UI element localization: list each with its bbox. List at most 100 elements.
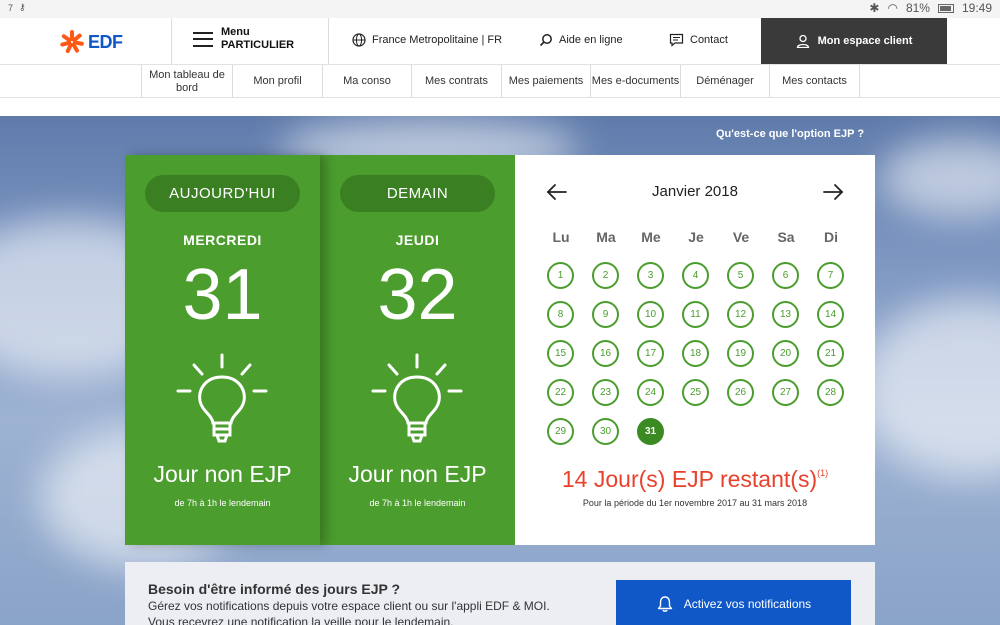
calendar-day[interactable]: 22 xyxy=(547,379,574,406)
weekday-header: Me xyxy=(641,229,661,245)
calendar-day[interactable]: 2 xyxy=(592,262,619,289)
wifi-icon: ◠ xyxy=(887,1,898,15)
calendar-day[interactable]: 29 xyxy=(547,418,574,445)
contact-label: Contact xyxy=(690,34,728,46)
today-card: AUJOURD'HUI MERCREDI 31 Jour non EJP de … xyxy=(125,155,320,545)
ejp-info-link[interactable]: Qu'est-ce que l'option EJP ? xyxy=(716,128,864,140)
ejp-period: Pour la période du 1er novembre 2017 au … xyxy=(582,498,808,508)
notification-line-2: Vous recevrez une notification la veille… xyxy=(148,615,454,625)
calendar-day[interactable]: 11 xyxy=(682,301,709,328)
today-number: 31 xyxy=(182,255,263,335)
region-selector[interactable]: France Metropolitaine | FR xyxy=(352,33,502,47)
bluetooth-icon: ✱ xyxy=(869,1,880,15)
calendar-day[interactable]: 15 xyxy=(547,340,574,367)
subnav-item-profile[interactable]: Mon profil xyxy=(233,65,323,98)
menu-sublabel: PARTICULIER xyxy=(221,39,295,51)
lightbulb-icon xyxy=(176,353,268,443)
notification-line-1: Gérez vos notifications depuis votre esp… xyxy=(148,599,550,613)
hamburger-icon xyxy=(193,31,213,47)
activate-notifications-button[interactable]: Activez vos notifications xyxy=(616,580,851,625)
calendar-day[interactable]: 24 xyxy=(637,379,664,406)
sub-navigation: Mon tableau de bord Mon profil Ma conso … xyxy=(0,65,1000,98)
today-weekday: MERCREDI xyxy=(183,232,262,248)
battery-icon xyxy=(937,3,954,13)
calendar-day[interactable]: 23 xyxy=(592,379,619,406)
bell-icon xyxy=(657,596,672,612)
calendar-day[interactable]: 25 xyxy=(682,379,709,406)
weekday-header: Di xyxy=(824,229,838,245)
calendar-day[interactable]: 20 xyxy=(772,340,799,367)
globe-icon xyxy=(352,33,366,47)
today-hours: de 7h à 1h le lendemain xyxy=(174,498,271,508)
calendar-day[interactable]: 8 xyxy=(547,301,574,328)
tomorrow-number: 32 xyxy=(377,255,458,335)
battery-percent: 81% xyxy=(905,1,930,15)
help-link[interactable]: Aide en ligne xyxy=(539,33,623,47)
account-button[interactable]: Mon espace client xyxy=(761,18,947,64)
tomorrow-hours: de 7h à 1h le lendemain xyxy=(369,498,466,508)
ejp-remaining: 14 Jour(s) EJP restant(s)(1) xyxy=(515,466,875,493)
calendar-day[interactable]: 3 xyxy=(637,262,664,289)
divider xyxy=(328,18,329,64)
weekday-header: Ve xyxy=(732,229,750,245)
account-label: Mon espace client xyxy=(817,35,913,47)
logo-text: EDF xyxy=(88,31,123,52)
subnav-item-consumption[interactable]: Ma conso xyxy=(323,65,412,98)
edf-burst-icon xyxy=(58,28,86,56)
menu-label: Menu xyxy=(221,26,250,38)
calendar-day[interactable]: 16 xyxy=(592,340,619,367)
calendar-day[interactable]: 26 xyxy=(727,379,754,406)
clock: 19:49 xyxy=(961,1,992,15)
calendar-day[interactable]: 5 xyxy=(727,262,754,289)
calendar-day[interactable]: 21 xyxy=(817,340,844,367)
calendar-day[interactable]: 18 xyxy=(682,340,709,367)
edf-logo[interactable]: EDF xyxy=(58,28,123,56)
data-speed-indicator: 7 xyxy=(8,2,14,13)
calendar-day[interactable]: 17 xyxy=(637,340,664,367)
contact-link[interactable]: Contact xyxy=(669,33,728,47)
subnav-item-payments[interactable]: Mes paiements xyxy=(502,65,591,98)
ejp-calendar: Janvier 2018 Lu Ma Me Je Ve Sa Di 1 2 3 4 5 6 7 8 9 10 11… xyxy=(515,155,875,545)
today-pill: AUJOURD'HUI xyxy=(145,175,300,212)
today-status: Jour non EJP xyxy=(153,461,292,487)
calendar-day[interactable]: 19 xyxy=(727,340,754,367)
calendar-day[interactable]: 14 xyxy=(817,301,844,328)
weekday-header: Ma xyxy=(596,229,616,245)
calendar-day[interactable]: 10 xyxy=(637,301,664,328)
calendar-day-today[interactable]: 31 xyxy=(637,418,664,445)
activate-notifications-label: Activez vos notifications xyxy=(683,597,812,611)
lightbulb-icon xyxy=(371,353,463,443)
calendar-day[interactable]: 12 xyxy=(727,301,754,328)
calendar-day[interactable]: 27 xyxy=(772,379,799,406)
subnav-item-contacts[interactable]: Mes contacts xyxy=(770,65,860,98)
help-label: Aide en ligne xyxy=(559,34,623,46)
calendar-day[interactable]: 4 xyxy=(682,262,709,289)
calendar-day[interactable]: 9 xyxy=(592,301,619,328)
ejp-remaining-text: 14 Jour(s) EJP restant(s) xyxy=(561,466,818,492)
region-label: France Metropolitaine | FR xyxy=(372,34,503,46)
arrow-right-icon[interactable] xyxy=(821,180,845,204)
tomorrow-pill: DEMAIN xyxy=(340,175,495,212)
user-icon xyxy=(796,34,809,48)
search-icon xyxy=(539,34,552,47)
subnav-item-dashboard[interactable]: Mon tableau de bord xyxy=(142,65,233,98)
calendar-day[interactable]: 1 xyxy=(547,262,574,289)
weekday-header: Sa xyxy=(777,229,795,245)
notification-panel: Besoin d'être informé des jours EJP ? Gé… xyxy=(125,562,875,625)
calendar-day[interactable]: 7 xyxy=(817,262,844,289)
subnav-item-contracts[interactable]: Mes contrats xyxy=(412,65,502,98)
weekday-header: Je xyxy=(688,229,704,245)
subnav-item-documents[interactable]: Mes e-documents xyxy=(591,65,681,98)
tomorrow-status: Jour non EJP xyxy=(348,461,487,487)
key-icon: ⚷ xyxy=(19,2,26,12)
notification-title: Besoin d'être informé des jours EJP ? xyxy=(148,581,401,597)
calendar-day[interactable]: 13 xyxy=(772,301,799,328)
status-bar: 7 ⚷ ✱ ◠ 81% 19:49 xyxy=(0,0,1000,18)
menu-button[interactable]: Menu PARTICULIER xyxy=(193,26,294,52)
subnav-item-moving[interactable]: Déménager xyxy=(681,65,770,98)
site-header: EDF Menu PARTICULIER France Metropolitai… xyxy=(0,18,1000,65)
calendar-day[interactable]: 6 xyxy=(772,262,799,289)
tomorrow-weekday: JEUDI xyxy=(395,232,440,248)
calendar-day[interactable]: 30 xyxy=(592,418,619,445)
calendar-day[interactable]: 28 xyxy=(817,379,844,406)
